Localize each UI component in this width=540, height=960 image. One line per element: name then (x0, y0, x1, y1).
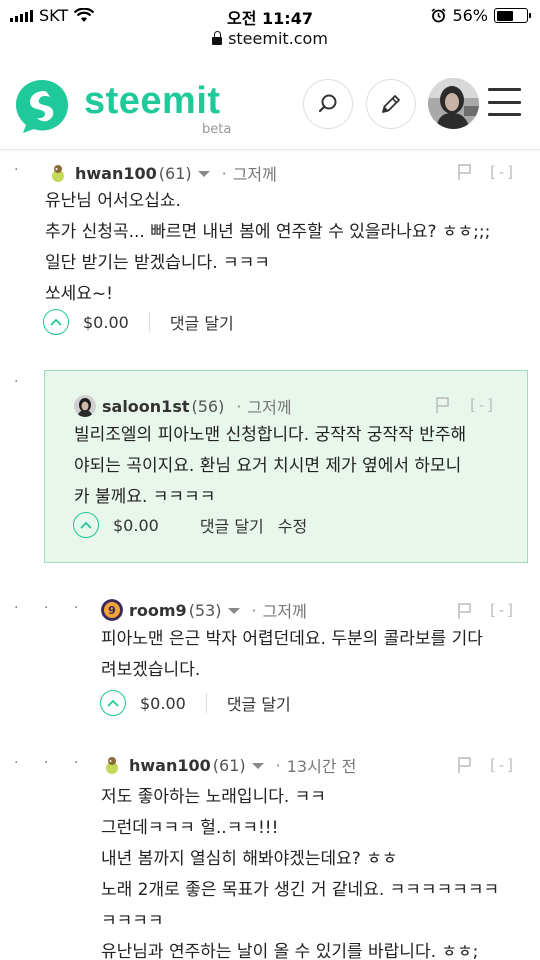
status-bar: SKT 오전 11:47 56% (0, 0, 540, 30)
comment-body: 유난님 어서오십쇼. 추가 신청곡... 빠르면 내년 봄에 연주할 수 있을라… (45, 186, 490, 310)
comment-header: hwan100 (61) · 13시간 전 (101, 753, 356, 777)
comment-line: 려보겠습니다. (101, 660, 201, 680)
comment-body: 저도 좋아하는 노래입니다. ㅋㅋ 그런데ㅋㅋㅋ 헐..ㅋㅋ!!! 내년 봄까지… (101, 782, 499, 960)
divider (205, 693, 207, 713)
reply-link[interactable]: 댓글 달기 (170, 310, 234, 334)
comment-line: 빌리조엘의 피아노맨 신청합니다. 궁작작 궁작작 반주해 (74, 425, 467, 445)
lock-icon (212, 31, 223, 45)
author-reputation: (61) (212, 755, 246, 775)
address-bar[interactable]: steemit.com (0, 29, 540, 48)
flag-icon[interactable] (456, 602, 474, 620)
comment-line: 추가 신청곡... 빠르면 내년 봄에 연주할 수 있을라나요? ㅎㅎ;;; (45, 222, 491, 242)
comment-line: 야되는 곡이지요. 환님 요거 치시면 제가 옆에서 하모니 (74, 456, 462, 476)
author-name[interactable]: hwan100 (75, 164, 157, 183)
divider (179, 515, 180, 535)
url-text: steemit.com (228, 29, 328, 48)
separator-dot: · (275, 755, 281, 775)
upvote-button[interactable] (73, 512, 99, 538)
comment-header: hwan100 (61) · 그저께 (47, 161, 277, 185)
search-icon (318, 94, 337, 113)
comment-line: 저도 좋아하는 노래입니다. ㅋㅋ (101, 787, 326, 807)
payout-value[interactable]: $0.00 (83, 313, 129, 332)
timestamp[interactable]: 그저께 (247, 394, 291, 418)
comment-body: 피아노맨 은근 박자 어렵던데요. 두분의 콜라보를 기다 려보겠습니다. (101, 624, 483, 686)
battery-icon (494, 8, 531, 23)
comment-line: 카 불께요. ㅋㅋㅋㅋ (74, 487, 216, 507)
comment-footer: $0.00 댓글 달기 (43, 309, 234, 335)
comment-line: 쏘세요~! (45, 284, 113, 304)
flag-icon[interactable] (434, 396, 452, 414)
comment-line: 그런데ㅋㅋㅋ 헐..ㅋㅋ!!! (101, 818, 279, 838)
flag-icon[interactable] (456, 163, 474, 181)
comment-line: 일단 받기는 받겠습니다. ㅋㅋㅋ (45, 253, 270, 273)
avatar[interactable] (47, 162, 69, 184)
author-name[interactable]: hwan100 (129, 756, 211, 775)
svg-text:9: 9 (108, 604, 116, 617)
separator-dot: · (221, 163, 227, 183)
reply-link[interactable]: 댓글 달기 (200, 513, 264, 537)
flag-icon[interactable] (456, 756, 474, 774)
author-name[interactable]: saloon1st (102, 397, 189, 416)
collapse-button[interactable]: [-] (488, 601, 515, 619)
author-name[interactable]: room9 (129, 601, 187, 620)
comment-body: 빌리조엘의 피아노맨 신청합니다. 궁작작 궁작작 반주해 야되는 곡이지요. … (74, 420, 466, 513)
timestamp[interactable]: 그저께 (233, 161, 277, 185)
collapse-button[interactable]: [-] (488, 163, 515, 181)
timestamp[interactable]: 13시간 전 (287, 753, 357, 777)
comment-line: 내년 봄까지 열심히 해봐야겠는데요? ㅎㅎ (101, 849, 398, 869)
search-button[interactable] (303, 79, 353, 129)
author-reputation: (56) (191, 396, 225, 416)
author-reputation: (53) (188, 600, 222, 620)
avatar-image (428, 78, 479, 129)
logo-text[interactable]: steemit (84, 80, 221, 123)
status-right: 56% (431, 6, 531, 25)
comment-line: 유난님과 연주하는 날이 올 수 있기를 바랍니다. ㅎㅎ; (101, 942, 479, 960)
user-avatar[interactable] (428, 78, 479, 129)
reply-link[interactable]: 댓글 달기 (227, 691, 291, 715)
comment-header: 9 room9 (53) · 그저께 (101, 598, 307, 622)
chevron-down-icon[interactable] (251, 763, 264, 769)
separator-dot: · (251, 600, 257, 620)
pencil-icon (382, 95, 400, 113)
battery-percent: 56% (452, 6, 488, 25)
collapse-button[interactable]: [-] (488, 756, 515, 774)
hamburger-menu-icon[interactable] (488, 88, 521, 116)
payout-value[interactable]: $0.00 (140, 694, 186, 713)
beta-label: beta (202, 122, 232, 137)
collapse-button[interactable]: [-] (468, 396, 495, 414)
edit-link[interactable]: 수정 (278, 513, 307, 537)
upvote-button[interactable] (43, 309, 69, 335)
chevron-up-icon (80, 521, 92, 529)
avatar[interactable]: 9 (101, 599, 123, 621)
chevron-up-icon (107, 699, 119, 707)
upvote-button[interactable] (100, 690, 126, 716)
author-reputation: (61) (158, 163, 192, 183)
site-header: steemit beta (0, 58, 540, 150)
alarm-icon (431, 8, 446, 23)
steemit-logo-icon[interactable] (14, 78, 70, 134)
comment-line: 노래 2개로 좋은 목표가 생긴 거 같네요. ㅋㅋㅋㅋㅋㅋㅋ (101, 880, 500, 900)
comment-line: 유난님 어서오십쇼. (45, 191, 181, 211)
comment-line: ㅋㅋㅋㅋ (101, 911, 164, 931)
separator-dot: · (236, 396, 242, 416)
divider (148, 312, 150, 332)
chevron-down-icon[interactable] (227, 608, 240, 614)
payout-value[interactable]: $0.00 (113, 516, 159, 535)
comment-header: saloon1st (56) · 그저께 (74, 394, 292, 418)
compose-button[interactable] (366, 79, 416, 129)
comment-footer: $0.00 댓글 달기 (100, 690, 291, 716)
avatar[interactable] (101, 754, 123, 776)
avatar[interactable] (74, 395, 96, 417)
comment-footer: $0.00 댓글 달기 수정 (73, 512, 307, 538)
chevron-up-icon (50, 318, 62, 326)
chevron-down-icon[interactable] (197, 171, 210, 177)
comment-line: 피아노맨 은근 박자 어렵던데요. 두분의 콜라보를 기다 (101, 629, 483, 649)
timestamp[interactable]: 그저께 (263, 598, 307, 622)
